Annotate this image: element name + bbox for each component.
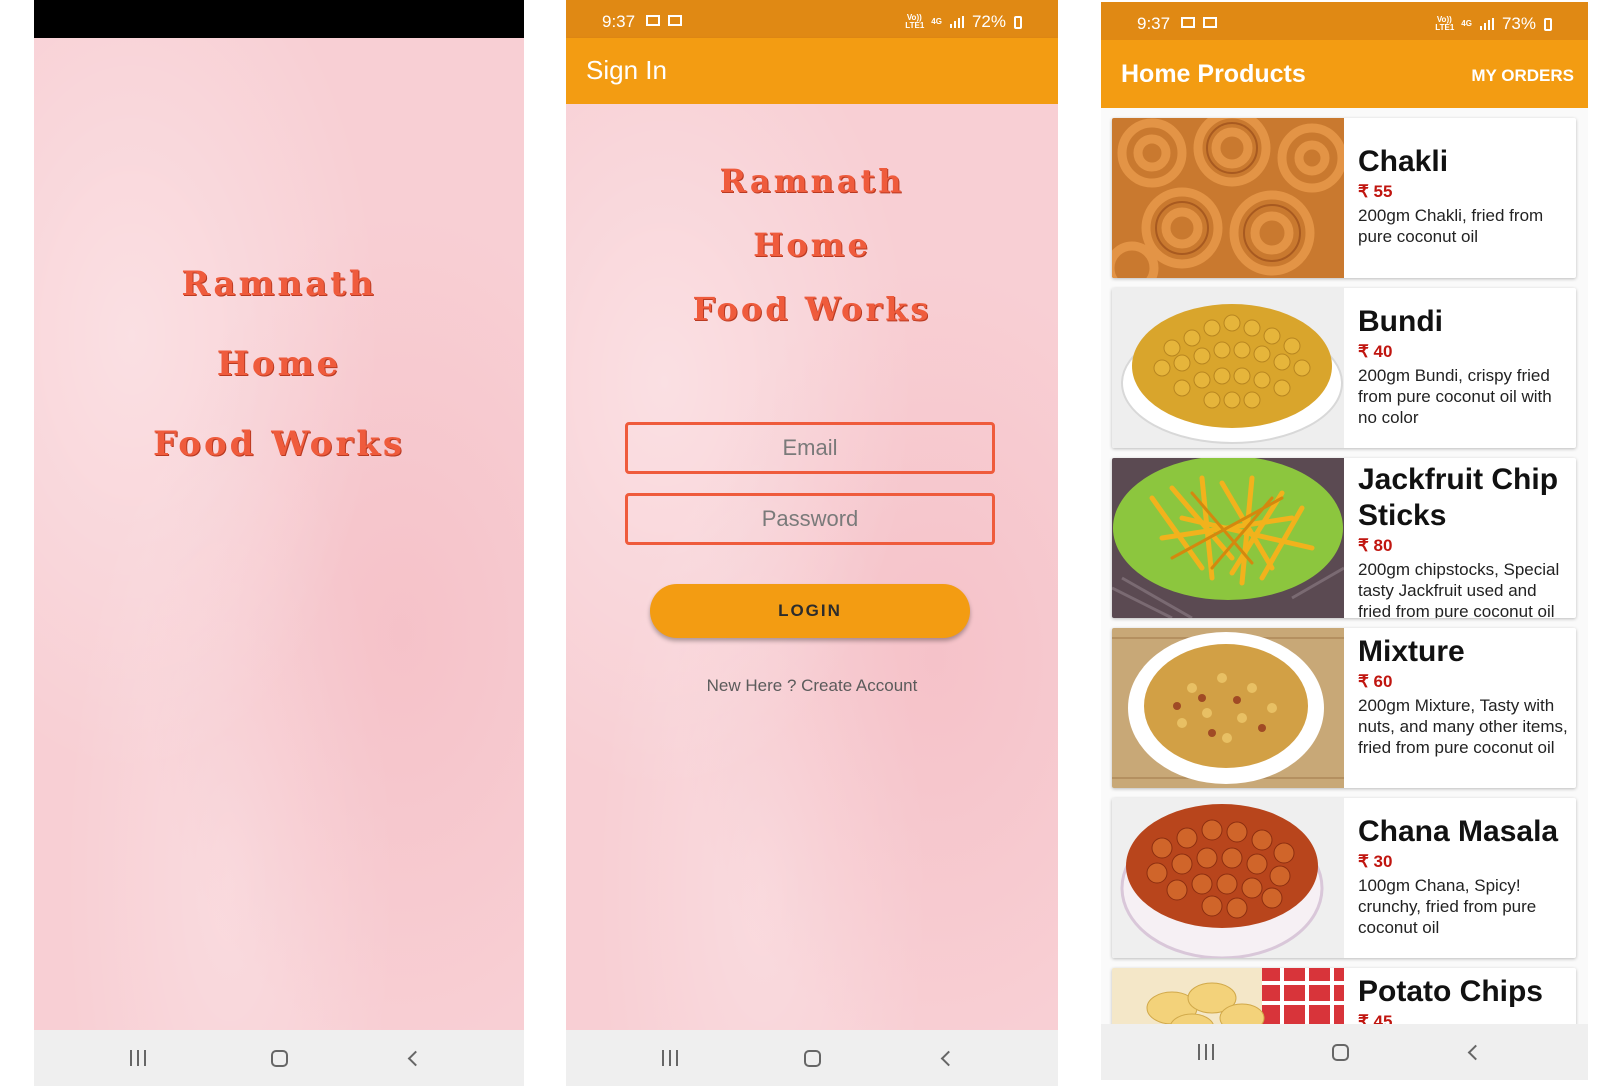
product-card[interactable]: Chana Masala ₹ 30 100gm Chana, Spicy! cr… <box>1112 798 1576 958</box>
splash-screen: Ramnath Home Food Works <box>34 0 524 1086</box>
product-card[interactable]: Jackfruit Chip Sticks ₹ 80 200gm chipsto… <box>1112 458 1576 618</box>
jackfruit-image <box>1112 458 1344 618</box>
product-price: ₹ 80 <box>1358 536 1393 555</box>
back-button[interactable] <box>1456 1036 1490 1068</box>
home-button[interactable] <box>1323 1036 1357 1068</box>
volte-icon: Vo)) LTE1 <box>905 13 925 30</box>
product-price: ₹ 30 <box>1358 852 1393 871</box>
product-name: Bundi <box>1358 305 1443 338</box>
create-account-link[interactable]: New Here ? Create Account <box>566 676 1058 696</box>
product-card[interactable]: Mixture ₹ 60 200gm Mixture, Tasty with n… <box>1112 628 1576 788</box>
recent-apps-button[interactable] <box>653 1042 687 1074</box>
network-type: 4G <box>1461 19 1472 28</box>
brand-line-1: Ramnath <box>181 264 377 304</box>
screen-icon <box>646 15 660 26</box>
chana-image <box>1112 798 1344 958</box>
back-button[interactable] <box>396 1042 430 1074</box>
back-button[interactable] <box>929 1042 963 1074</box>
product-list[interactable]: Chakli ₹ 55 200gm Chakli, fried from pur… <box>1101 108 1588 1024</box>
product-card[interactable]: Potato Chips ₹ 45 <box>1112 968 1576 1024</box>
product-description: 200gm Mixture, Tasty with nuts, and many… <box>1358 696 1568 757</box>
product-name: Mixture <box>1358 635 1465 668</box>
nav-bar <box>566 1030 1058 1086</box>
home-button[interactable] <box>795 1042 829 1074</box>
product-description: 100gm Chana, Spicy! crunchy, fried from … <box>1358 876 1537 937</box>
brand-line-1: Ramnath <box>719 162 905 200</box>
product-price: ₹ 40 <box>1358 342 1393 361</box>
status-bar: 9:37 Vo)) LTE1 4G 72% <box>566 0 1058 38</box>
email-field[interactable]: Email <box>625 422 995 474</box>
nav-bar <box>1101 1024 1588 1080</box>
product-name: Potato Chips <box>1358 975 1543 1008</box>
chakli-image <box>1112 118 1344 278</box>
network-type: 4G <box>931 17 942 26</box>
product-description: 200gm Chakli, fried from pure coconut oi… <box>1358 206 1544 246</box>
recent-apps-button[interactable] <box>121 1042 155 1074</box>
battery-level: 73% <box>1501 14 1536 33</box>
signal-icon <box>949 16 964 28</box>
product-name: Chana Masala <box>1358 815 1559 848</box>
product-name: Jackfruit Chip Sticks <box>1358 463 1559 532</box>
status-bar <box>34 0 524 38</box>
status-time: 9:37 <box>602 12 636 31</box>
page-title: Home Products <box>1121 60 1306 88</box>
product-description: 200gm Bundi, crispy fried from pure coco… <box>1358 366 1552 427</box>
signal-icon <box>1479 18 1494 30</box>
sign-in-background: Ramnath Home Food Works Email Password L… <box>566 104 1058 1030</box>
product-price: ₹ 60 <box>1358 672 1393 691</box>
splash-background: Ramnath Home Food Works <box>34 38 524 1030</box>
home-products-screen: 9:37 Vo)) LTE1 4G 73% Home Products MY O… <box>1101 0 1588 1080</box>
recent-apps-button[interactable] <box>1189 1036 1223 1068</box>
battery-icon <box>1014 15 1022 29</box>
app-bar: Home Products MY ORDERS <box>1101 40 1588 108</box>
potato-chips-image <box>1112 968 1344 1024</box>
my-orders-button[interactable]: MY ORDERS <box>1471 66 1574 86</box>
app-bar: Sign In <box>566 38 1058 104</box>
home-button[interactable] <box>262 1042 296 1074</box>
battery-icon <box>1544 17 1552 31</box>
product-card[interactable]: Bundi ₹ 40 200gm Bundi, crispy fried fro… <box>1112 288 1576 448</box>
battery-level: 72% <box>971 12 1006 31</box>
login-button[interactable]: LOGIN <box>650 584 970 638</box>
product-card[interactable]: Chakli ₹ 55 200gm Chakli, fried from pur… <box>1112 118 1576 278</box>
brand-line-2: Home <box>216 344 342 384</box>
page-title: Sign In <box>586 55 667 85</box>
mixture-image <box>1112 628 1344 788</box>
nav-bar <box>34 1030 524 1086</box>
product-price: ₹ 55 <box>1358 182 1393 201</box>
status-bar: 9:37 Vo)) LTE1 4G 73% <box>1101 2 1588 40</box>
gallery-icon <box>1203 17 1217 28</box>
brand-line-2: Home <box>753 226 871 264</box>
brand-line-3: Food Works <box>153 424 405 464</box>
gallery-icon <box>668 15 682 26</box>
status-time: 9:37 <box>1137 14 1171 33</box>
sign-in-screen: 9:37 Vo)) LTE1 4G 72% Sign In Ramnath Ho… <box>566 0 1058 1086</box>
password-field[interactable]: Password <box>625 493 995 545</box>
screen-icon <box>1181 17 1195 28</box>
product-price: ₹ 45 <box>1358 1012 1393 1024</box>
bundi-image <box>1112 288 1344 448</box>
product-name: Chakli <box>1358 145 1449 178</box>
volte-icon: Vo)) LTE1 <box>1435 15 1455 32</box>
product-description: 200gm chipstocks, Special tasty Jackfrui… <box>1358 560 1560 618</box>
brand-line-3: Food Works <box>692 290 932 328</box>
